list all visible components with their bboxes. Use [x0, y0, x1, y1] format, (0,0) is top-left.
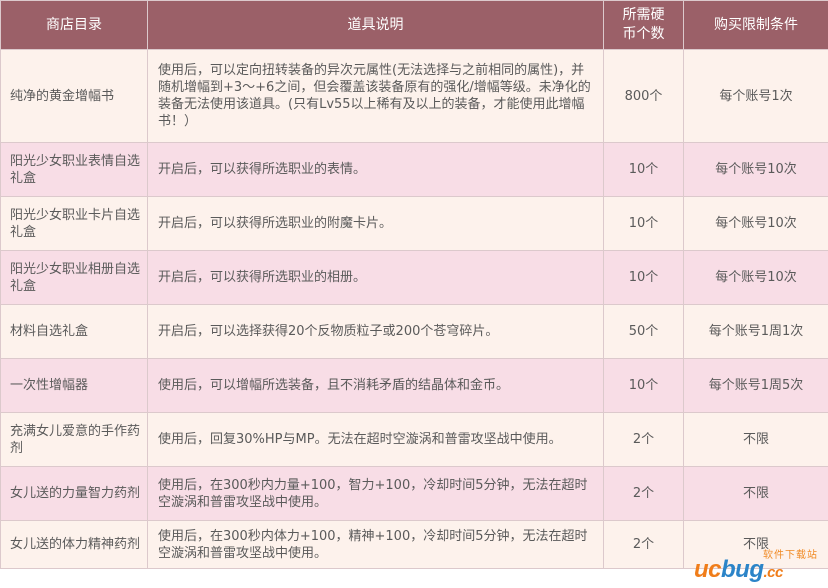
- shop-table: 商店目录 道具说明 所需硬币个数 购买限制条件 纯净的黄金增幅书 使用后，可以定…: [0, 0, 828, 569]
- item-limit: 每个账号10次: [683, 142, 828, 197]
- item-name: 女儿送的体力精神药剂: [0, 520, 148, 569]
- item-coins: 10个: [603, 196, 684, 251]
- item-coins: 2个: [603, 466, 684, 521]
- header-purchase-limit: 购买限制条件: [683, 0, 828, 50]
- item-name: 充满女儿爱意的手作药剂: [0, 412, 148, 467]
- table-row: 女儿送的体力精神药剂 使用后，在300秒内体力+100，精神+100，冷却时间5…: [0, 520, 828, 569]
- item-description: 开启后，可以获得所选职业的相册。: [147, 250, 604, 305]
- table-row: 女儿送的力量智力药剂 使用后，在300秒内力量+100，智力+100，冷却时间5…: [0, 466, 828, 521]
- table-row: 纯净的黄金增幅书 使用后，可以定向扭转装备的异次元属性(无法选择与之前相同的属性…: [0, 49, 828, 143]
- table-row: 阳光少女职业表情自选礼盒 开启后，可以获得所选职业的表情。 10个 每个账号10…: [0, 142, 828, 197]
- item-coins: 800个: [603, 49, 684, 143]
- item-name: 女儿送的力量智力药剂: [0, 466, 148, 521]
- item-name: 阳光少女职业表情自选礼盒: [0, 142, 148, 197]
- header-shop-catalog: 商店目录: [0, 0, 148, 50]
- item-name: 一次性增幅器: [0, 358, 148, 413]
- item-name: 阳光少女职业相册自选礼盒: [0, 250, 148, 305]
- item-description: 开启后，可以选择获得20个反物质粒子或200个苍穹碎片。: [147, 304, 604, 359]
- item-description: 使用后，在300秒内力量+100，智力+100，冷却时间5分钟，无法在超时空漩涡…: [147, 466, 604, 521]
- table-row: 材料自选礼盒 开启后，可以选择获得20个反物质粒子或200个苍穹碎片。 50个 …: [0, 304, 828, 359]
- table-header: 商店目录 道具说明 所需硬币个数 购买限制条件: [0, 0, 828, 50]
- item-limit: 每个账号10次: [683, 250, 828, 305]
- table-row: 阳光少女职业卡片自选礼盒 开启后，可以获得所选职业的附魔卡片。 10个 每个账号…: [0, 196, 828, 251]
- item-name: 纯净的黄金增幅书: [0, 49, 148, 143]
- header-item-description: 道具说明: [147, 0, 604, 50]
- item-limit: 不限: [683, 412, 828, 467]
- item-coins: 10个: [603, 358, 684, 413]
- item-description: 开启后，可以获得所选职业的附魔卡片。: [147, 196, 604, 251]
- item-coins: 10个: [603, 142, 684, 197]
- item-limit: 每个账号10次: [683, 196, 828, 251]
- item-description: 开启后，可以获得所选职业的表情。: [147, 142, 604, 197]
- item-limit: 不限: [683, 466, 828, 521]
- item-limit: 每个账号1周5次: [683, 358, 828, 413]
- item-description: 使用后，可以增幅所选装备，且不消耗矛盾的结晶体和金币。: [147, 358, 604, 413]
- item-coins: 2个: [603, 412, 684, 467]
- item-description: 使用后，可以定向扭转装备的异次元属性(无法选择与之前相同的属性)，并随机增幅到+…: [147, 49, 604, 143]
- header-required-coins: 所需硬币个数: [603, 0, 684, 50]
- item-limit: 每个账号1周1次: [683, 304, 828, 359]
- item-name: 材料自选礼盒: [0, 304, 148, 359]
- table-row: 充满女儿爱意的手作药剂 使用后，回复30%HP与MP。无法在超时空漩涡和普雷攻坚…: [0, 412, 828, 467]
- item-description: 使用后，回复30%HP与MP。无法在超时空漩涡和普雷攻坚战中使用。: [147, 412, 604, 467]
- item-name: 阳光少女职业卡片自选礼盒: [0, 196, 148, 251]
- item-coins: 2个: [603, 520, 684, 569]
- item-coins: 50个: [603, 304, 684, 359]
- item-limit: 不限: [683, 520, 828, 569]
- table-row: 阳光少女职业相册自选礼盒 开启后，可以获得所选职业的相册。 10个 每个账号10…: [0, 250, 828, 305]
- item-limit: 每个账号1次: [683, 49, 828, 143]
- table-body: 纯净的黄金增幅书 使用后，可以定向扭转装备的异次元属性(无法选择与之前相同的属性…: [0, 49, 828, 569]
- item-coins: 10个: [603, 250, 684, 305]
- item-description: 使用后，在300秒内体力+100，精神+100，冷却时间5分钟，无法在超时空漩涡…: [147, 520, 604, 569]
- table-row: 一次性增幅器 使用后，可以增幅所选装备，且不消耗矛盾的结晶体和金币。 10个 每…: [0, 358, 828, 413]
